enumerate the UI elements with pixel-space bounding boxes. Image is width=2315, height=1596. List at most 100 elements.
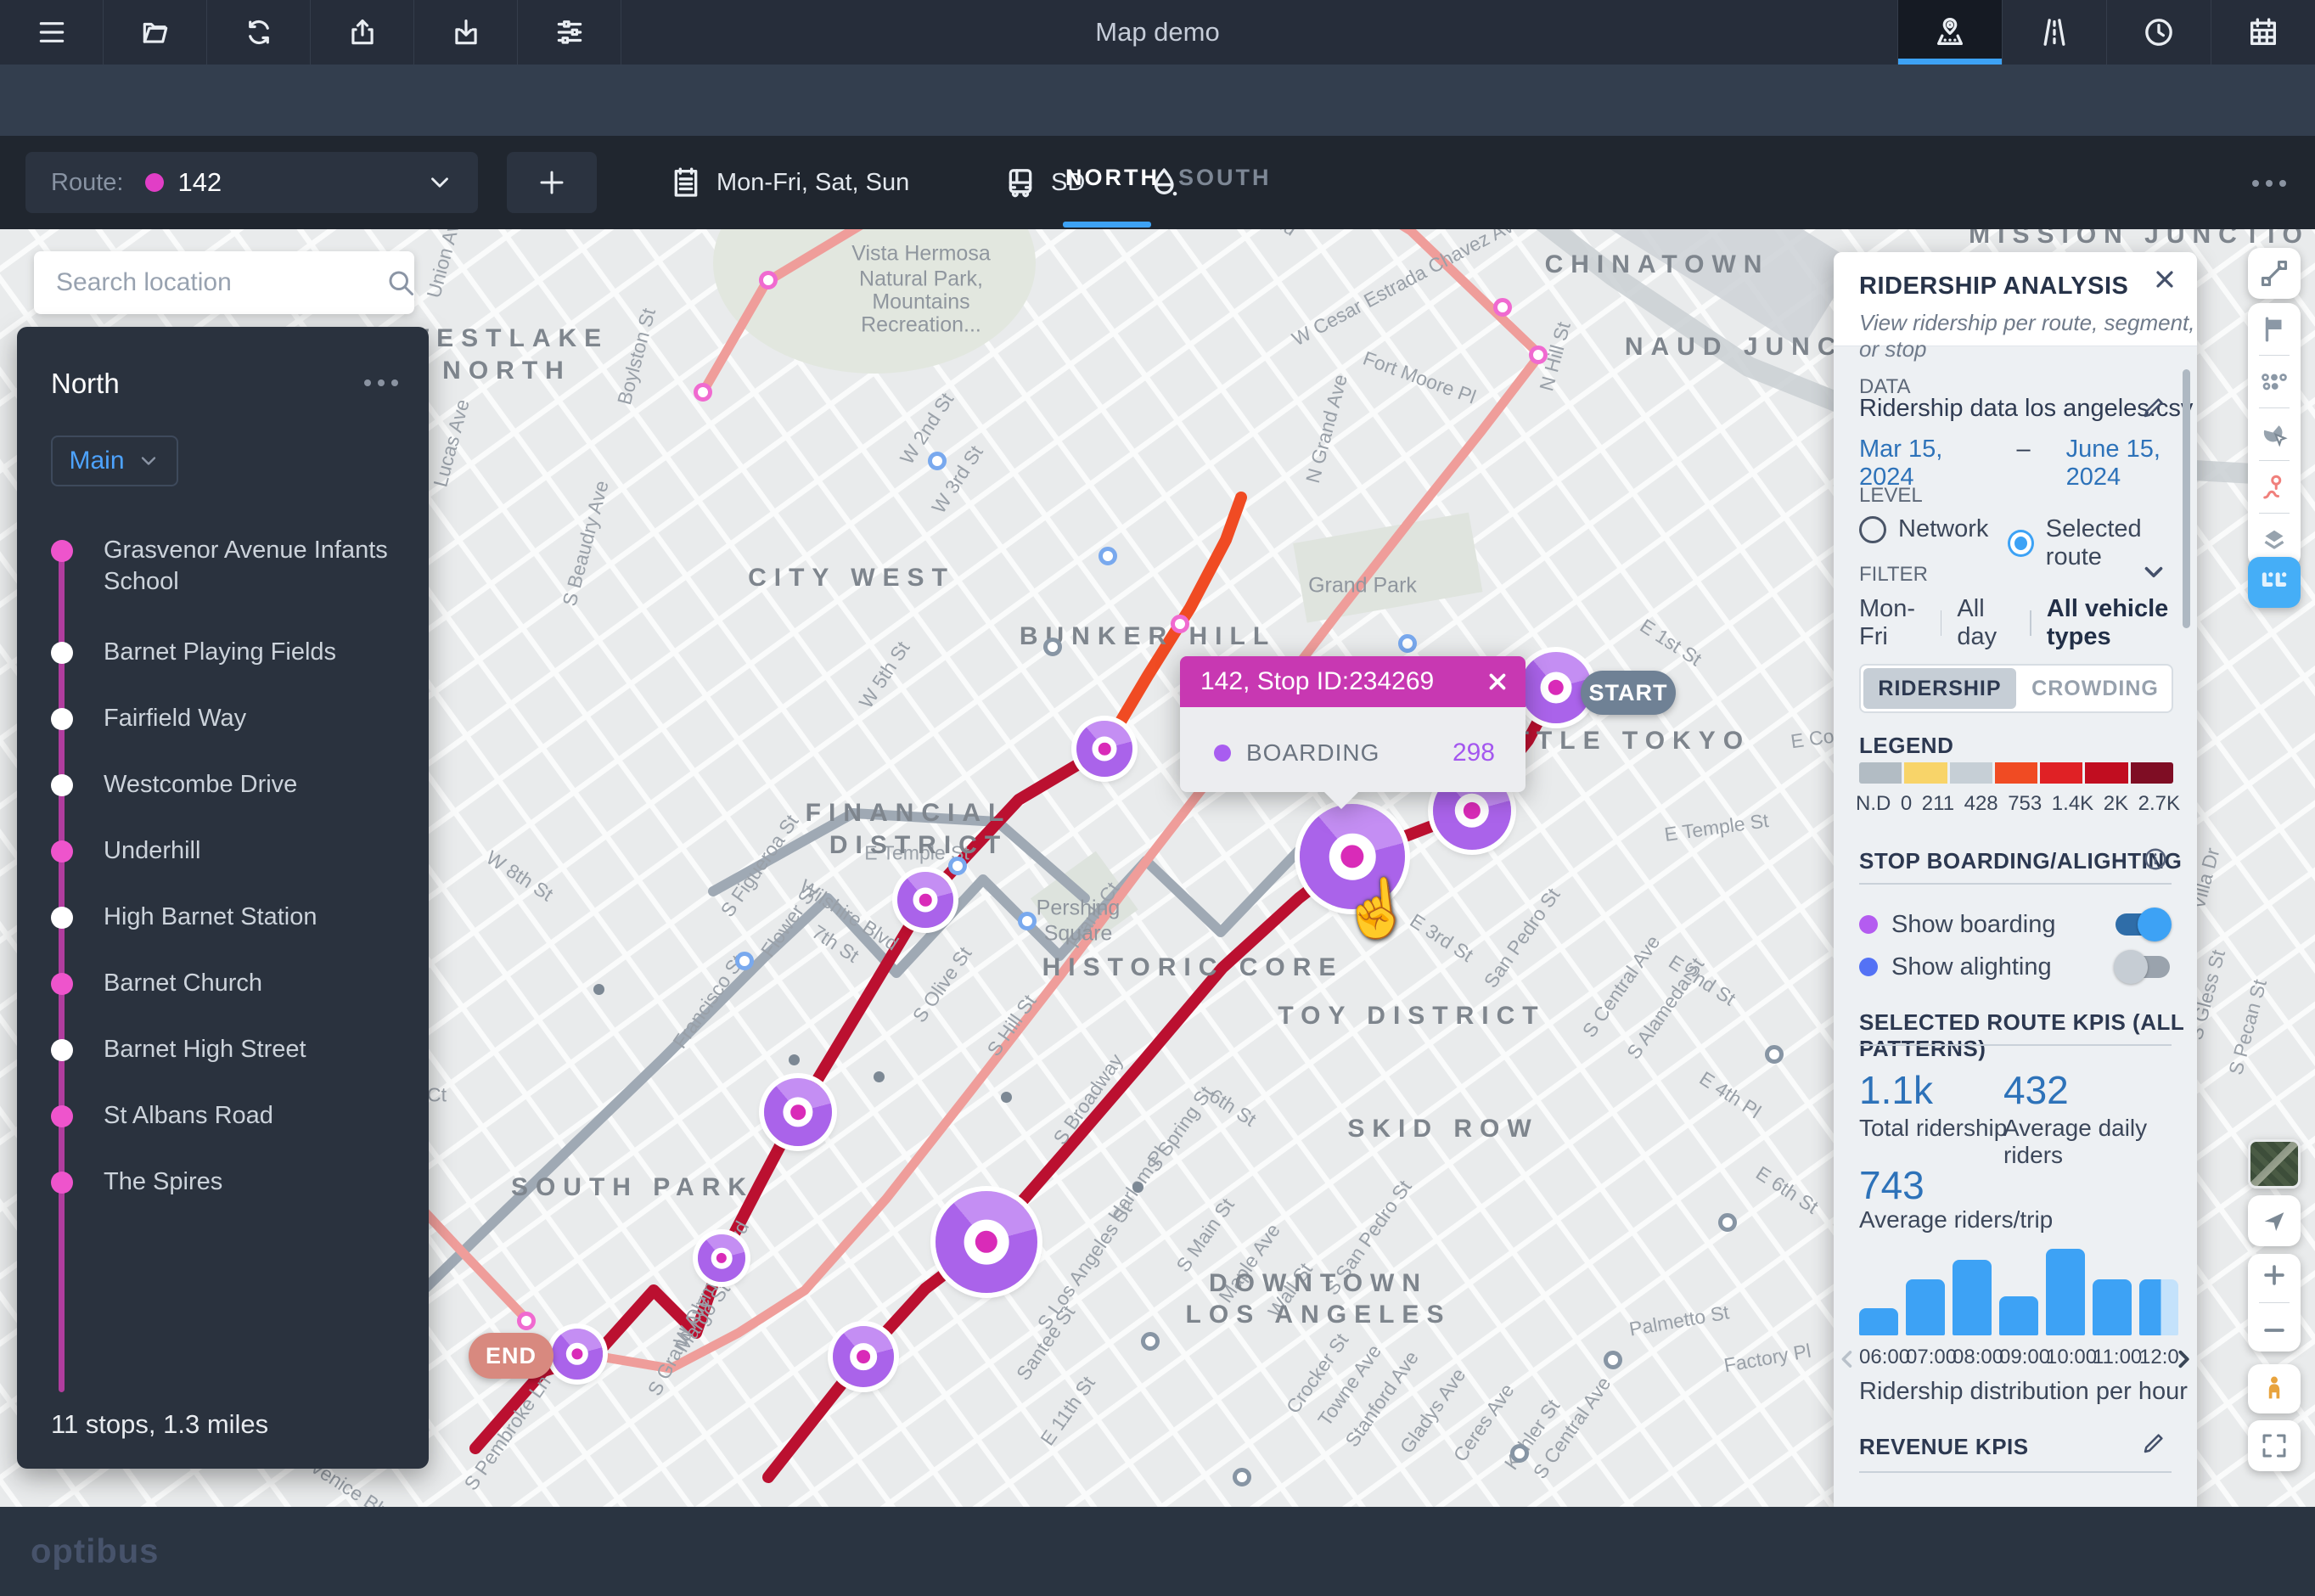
stop-list-item[interactable]: Barnet High Street <box>17 1032 424 1099</box>
stop-list-item[interactable]: Westcombe Drive <box>17 767 424 834</box>
open-project-button[interactable] <box>104 0 207 65</box>
flag-icon[interactable] <box>2260 315 2289 344</box>
preferences-button[interactable] <box>518 0 621 65</box>
radio-selected-icon[interactable] <box>2008 530 2034 557</box>
stop-list-item[interactable]: Fairfield Way <box>17 701 424 767</box>
map-stop-dot[interactable] <box>948 857 967 875</box>
tool-road-view[interactable] <box>2002 0 2106 65</box>
search-icon[interactable] <box>385 267 416 298</box>
boarding-stop-marker[interactable] <box>833 1326 894 1387</box>
search-input[interactable] <box>54 267 385 298</box>
show-boarding-toggle[interactable] <box>2116 908 2172 941</box>
map-stop-dot[interactable] <box>1529 346 1548 364</box>
stop-list-item[interactable]: St Albans Road <box>17 1099 424 1165</box>
boarding-stop-marker[interactable] <box>698 1234 745 1282</box>
edit-data-icon[interactable] <box>2141 395 2166 420</box>
map-stop-dot[interactable] <box>1018 912 1037 930</box>
level-section-label: LEVEL <box>1859 484 1923 507</box>
edit-revenue-icon[interactable] <box>2141 1430 2166 1456</box>
tab-north[interactable]: NORTH <box>1065 165 1160 191</box>
route-bar-more-button[interactable] <box>2252 180 2286 187</box>
stops-panel-more-button[interactable] <box>364 379 398 386</box>
close-icon[interactable] <box>1485 669 1510 694</box>
filter-collapse-chevron[interactable] <box>2139 558 2168 587</box>
radio-unselected-icon[interactable] <box>1859 515 1886 543</box>
map-stop-dot[interactable] <box>735 952 754 970</box>
map-stop-dot[interactable] <box>694 383 712 402</box>
folder-icon <box>139 16 171 48</box>
map-stop-dot[interactable] <box>1604 1351 1622 1369</box>
route-selector[interactable]: Route: 142 <box>25 152 478 213</box>
panel-scrollbar[interactable] <box>2183 369 2190 628</box>
stop-list-item[interactable]: High Barnet Station <box>17 900 424 966</box>
map-stop-dot[interactable] <box>1233 1468 1251 1486</box>
stop-settings-icon[interactable] <box>2259 366 2290 396</box>
boarding-stop-marker[interactable] <box>1076 721 1132 777</box>
filter-days[interactable]: Mon-Fri <box>1859 595 1925 651</box>
map-stop-dot[interactable] <box>759 271 778 289</box>
street-view-pegman[interactable] <box>2248 1364 2301 1413</box>
map-stop-dot[interactable] <box>1171 615 1189 633</box>
map-tools-group <box>2248 303 2301 567</box>
tool-timetable-view[interactable] <box>2211 0 2315 65</box>
boarding-stop-marker[interactable] <box>764 1078 832 1146</box>
stop-list-item[interactable]: Barnet Playing Fields <box>17 635 424 701</box>
sync-button[interactable] <box>207 0 311 65</box>
pie-select-icon[interactable] <box>2259 419 2290 449</box>
ridership-tool-button-active[interactable] <box>2248 557 2301 608</box>
legend-color-scale <box>1859 762 2173 784</box>
filter-vehicles[interactable]: All vehicle types <box>2047 595 2197 651</box>
level-option-network[interactable]: Network <box>1859 515 1988 543</box>
mode-tab-crowding[interactable]: CROWDING <box>2019 666 2172 711</box>
close-icon[interactable] <box>2151 266 2178 293</box>
satellite-toggle[interactable] <box>2248 1139 2301 1189</box>
fullscreen-button[interactable] <box>2248 1420 2301 1471</box>
map-stop-dot[interactable] <box>1398 634 1417 653</box>
schedule-chip[interactable]: Mon-Fri, Sat, Sun <box>669 136 909 229</box>
map-stop-dot[interactable] <box>1141 1332 1160 1351</box>
zoom-out-button[interactable] <box>2260 1316 2289 1345</box>
map-stop-dot[interactable] <box>1510 1444 1529 1463</box>
level-option-selected-route[interactable]: Selected route <box>2008 515 2197 571</box>
tool-time-view[interactable] <box>2106 0 2211 65</box>
show-boarding-row: Show boarding <box>1859 908 2172 941</box>
stop-route-pin-icon[interactable] <box>2259 472 2290 503</box>
map-stop-dot[interactable] <box>517 1312 536 1330</box>
map-street-label: W 8th St <box>482 846 558 906</box>
map-stop-dot[interactable] <box>1099 547 1117 565</box>
map-stop-dot[interactable] <box>928 452 947 470</box>
map-stop-dot[interactable] <box>1718 1213 1737 1232</box>
map-stop-dot[interactable] <box>1493 298 1512 317</box>
add-route-button[interactable] <box>507 152 597 213</box>
boarding-stop-marker[interactable] <box>552 1329 603 1380</box>
import-button[interactable] <box>414 0 518 65</box>
menu-button[interactable] <box>0 0 104 65</box>
stop-list-item[interactable]: Barnet Church <box>17 966 424 1032</box>
zoom-control <box>2248 1254 2301 1352</box>
show-alighting-toggle[interactable] <box>2114 950 2170 984</box>
date-to[interactable]: June 15, 2024 <box>2066 436 2197 492</box>
boarding-stop-marker[interactable] <box>897 872 953 928</box>
chart-prev-chevron[interactable] <box>1835 1347 1859 1371</box>
tool-map-view[interactable] <box>1897 0 2002 65</box>
export-button[interactable] <box>311 0 414 65</box>
filter-time[interactable]: All day <box>1957 595 2014 651</box>
filter-values[interactable]: Mon-Fri All day All vehicle types <box>1859 595 2197 651</box>
optibus-logo: optibus <box>31 1532 160 1570</box>
map-canvas[interactable]: WESTLAKE NORTH CITY WEST BUNKER HILL CHINATO… <box>0 229 2315 1507</box>
tab-south[interactable]: SOUTH <box>1178 165 1272 191</box>
stop-list-item[interactable]: Grasvenor Avenue Infants School <box>17 533 424 635</box>
stop-popup-header: 142, Stop ID:234269 <box>1180 656 1526 707</box>
pattern-selector[interactable]: Main <box>51 436 178 486</box>
layers-icon[interactable] <box>2259 525 2290 555</box>
zoom-in-button[interactable] <box>2260 1261 2289 1290</box>
map-stop-dot[interactable] <box>1043 638 1062 656</box>
locate-button[interactable] <box>2248 1195 2301 1246</box>
segment-tool-button[interactable] <box>2248 248 2301 299</box>
boarding-stop-marker[interactable] <box>936 1191 1037 1293</box>
stop-list-item[interactable]: Underhill <box>17 834 424 900</box>
map-stop-dot[interactable] <box>1765 1045 1784 1064</box>
info-icon[interactable] <box>2143 846 2168 872</box>
stop-list-item[interactable]: The Spires <box>17 1165 424 1231</box>
mode-tab-ridership[interactable]: RIDERSHIP <box>1863 668 2016 709</box>
